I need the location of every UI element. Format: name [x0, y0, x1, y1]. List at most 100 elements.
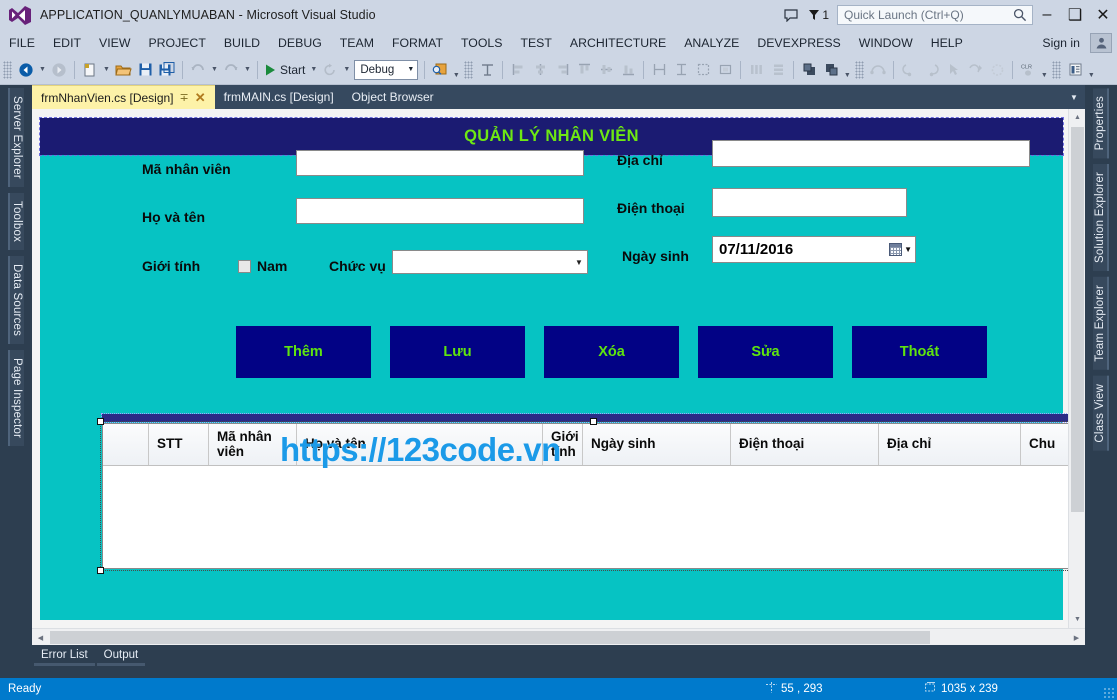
menu-help[interactable]: HELP — [922, 33, 972, 53]
format-toolbar-grip[interactable] — [464, 60, 474, 79]
save-icon[interactable] — [134, 59, 156, 81]
resize-grip[interactable] — [1103, 687, 1115, 699]
vertical-scroll-thumb[interactable] — [1071, 127, 1084, 512]
clr-exceptions-icon[interactable]: CLR — [1017, 59, 1039, 81]
menu-debug[interactable]: DEBUG — [269, 33, 331, 53]
send-feedback-icon[interactable] — [778, 0, 804, 30]
grid-column-select[interactable] — [103, 424, 149, 465]
scroll-right-icon[interactable]: ▶ — [1068, 629, 1085, 645]
menu-test[interactable]: TEST — [511, 33, 560, 53]
sidebar-item-solution-explorer[interactable]: Solution Explorer — [1093, 164, 1109, 272]
menu-analyze[interactable]: ANALYZE — [675, 33, 748, 53]
new-project-dropdown-icon[interactable]: ▼ — [101, 59, 112, 81]
undo-dropdown-icon[interactable]: ▼ — [209, 59, 220, 81]
redo-dropdown-icon[interactable]: ▼ — [242, 59, 253, 81]
datetimepicker-dropdown[interactable]: ▼ — [889, 243, 912, 256]
sign-in-button[interactable]: Sign in — [1034, 33, 1088, 53]
final-overflow-icon[interactable]: ▼ — [1086, 59, 1096, 81]
size-to-fit-icon[interactable] — [714, 59, 736, 81]
maximize-button[interactable]: ❑ — [1061, 0, 1089, 30]
textbox-ma-nhan-vien[interactable] — [296, 150, 584, 176]
checkbox-nam[interactable]: Nam — [238, 258, 287, 274]
open-file-icon[interactable] — [112, 59, 134, 81]
sidebar-item-class-view[interactable]: Class View — [1093, 376, 1109, 451]
align-bottoms-icon[interactable] — [617, 59, 639, 81]
notifications-indicator[interactable]: 1 — [804, 8, 837, 22]
scroll-down-icon[interactable]: ▼ — [1069, 611, 1085, 628]
textbox-dia-chi[interactable] — [712, 140, 1030, 167]
step-out-icon[interactable] — [920, 59, 942, 81]
datagridview-body[interactable] — [103, 466, 1077, 568]
run-to-cursor-icon[interactable] — [942, 59, 964, 81]
datagridview-nhan-vien[interactable]: STT Mã nhân viên Họ và tên Giới tính Ngà… — [102, 423, 1078, 569]
align-to-grid-icon[interactable] — [476, 59, 498, 81]
toolbar-overflow-icon[interactable]: ▼ — [451, 59, 461, 81]
size-to-grid-icon[interactable] — [692, 59, 714, 81]
bring-to-front-icon[interactable] — [798, 59, 820, 81]
start-debug-button[interactable]: Start — [262, 63, 308, 77]
redo-icon[interactable] — [220, 59, 242, 81]
combobox-chuc-vu[interactable]: ▼ — [392, 250, 588, 274]
new-project-icon[interactable] — [79, 59, 101, 81]
align-rights-icon[interactable] — [551, 59, 573, 81]
tab-list-dropdown-icon[interactable]: ▼ — [1063, 85, 1085, 109]
undo-icon[interactable] — [187, 59, 209, 81]
menu-window[interactable]: WINDOW — [850, 33, 922, 53]
menu-devexpress[interactable]: DEVEXPRESS — [748, 33, 849, 53]
tab-object-browser[interactable]: Object Browser — [343, 85, 443, 109]
step-into-icon[interactable] — [898, 59, 920, 81]
designer-vertical-scrollbar[interactable]: ▲ ▼ — [1068, 109, 1085, 628]
menu-build[interactable]: BUILD — [215, 33, 269, 53]
sidebar-item-toolbox[interactable]: Toolbox — [8, 192, 24, 250]
send-to-back-icon[interactable] — [820, 59, 842, 81]
grid-column-dia-chi[interactable]: Địa chỉ — [879, 424, 1021, 465]
button-them[interactable]: Thêm — [236, 326, 371, 378]
horizontal-scroll-thumb[interactable] — [50, 631, 930, 644]
tab-frm-nhan-vien-design[interactable]: frmNhanVien.cs [Design] ∓ ✕ — [32, 85, 215, 109]
restart-dropdown-icon[interactable]: ▼ — [341, 59, 352, 81]
hex-display-icon[interactable] — [986, 59, 1008, 81]
restart-icon[interactable] — [319, 59, 341, 81]
button-thoat[interactable]: Thoát — [852, 326, 987, 378]
button-xoa[interactable]: Xóa — [544, 326, 679, 378]
align-centers-icon[interactable] — [529, 59, 551, 81]
tab-frm-main-design[interactable]: frmMAIN.cs [Design] — [215, 85, 343, 109]
menu-team[interactable]: TEAM — [331, 33, 383, 53]
pin-icon[interactable]: ∓ — [180, 91, 189, 104]
align-middles-icon[interactable] — [595, 59, 617, 81]
scroll-left-icon[interactable]: ◀ — [32, 629, 49, 645]
find-in-files-icon[interactable] — [429, 59, 451, 81]
close-button[interactable]: ✕ — [1089, 0, 1117, 30]
sidebar-item-data-sources[interactable]: Data Sources — [8, 255, 24, 345]
navigate-backward-icon[interactable] — [15, 59, 37, 81]
grid-column-stt[interactable]: STT — [149, 424, 209, 465]
align-lefts-icon[interactable] — [507, 59, 529, 81]
start-dropdown-icon[interactable]: ▼ — [308, 59, 319, 81]
button-sua[interactable]: Sửa — [698, 326, 833, 378]
vertical-spacing-icon[interactable] — [767, 59, 789, 81]
tab-error-list[interactable]: Error List — [34, 647, 95, 666]
sidebar-item-properties[interactable]: Properties — [1093, 88, 1109, 159]
menu-file[interactable]: FILE — [0, 33, 44, 53]
align-tops-icon[interactable] — [573, 59, 595, 81]
designer-horizontal-scrollbar[interactable]: ◀ ▶ — [32, 628, 1085, 645]
textbox-ho-va-ten[interactable] — [296, 198, 584, 224]
menu-edit[interactable]: EDIT — [44, 33, 90, 53]
make-same-height-icon[interactable] — [670, 59, 692, 81]
make-same-width-icon[interactable] — [648, 59, 670, 81]
quick-launch-input[interactable] — [838, 8, 1008, 22]
solution-configuration-combo[interactable]: Debug ▼ — [354, 59, 419, 80]
sidebar-item-team-explorer[interactable]: Team Explorer — [1093, 277, 1109, 371]
navigate-forward-icon[interactable] — [48, 59, 70, 81]
checkbox-nam-box[interactable] — [238, 259, 251, 273]
design-canvas[interactable]: QUẢN LÝ NHÂN VIÊN Mã nhân viên Họ và tên… — [32, 109, 1080, 628]
sidebar-item-server-explorer[interactable]: Server Explorer — [8, 88, 24, 187]
menu-format[interactable]: FORMAT — [383, 33, 452, 53]
report-designer-icon[interactable] — [1064, 59, 1086, 81]
grid-column-dien-thoai[interactable]: Điện thoại — [731, 424, 879, 465]
datetimepicker-ngay-sinh[interactable]: 07/11/2016 ▼ — [712, 236, 916, 263]
debug-toolbar-grip[interactable] — [855, 60, 865, 79]
sidebar-item-page-inspector[interactable]: Page Inspector — [8, 350, 24, 447]
account-icon[interactable] — [1090, 32, 1112, 53]
save-all-icon[interactable] — [156, 59, 178, 81]
